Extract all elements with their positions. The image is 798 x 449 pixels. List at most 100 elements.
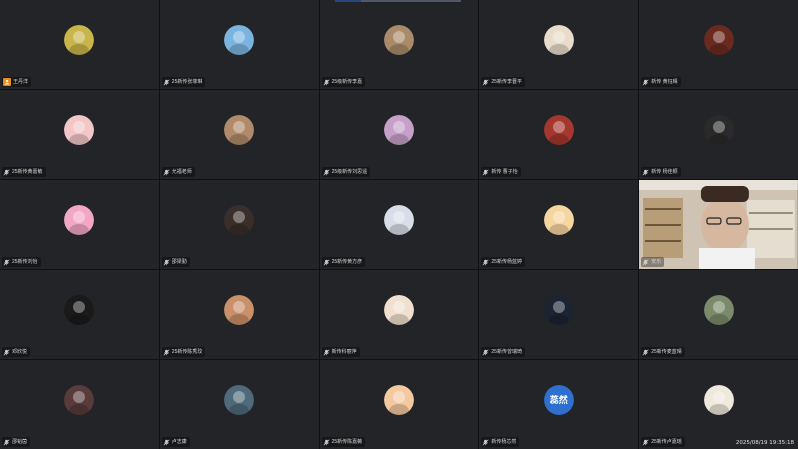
orange-cartoon-avatar [383, 384, 414, 415]
participant-tile[interactable]: 新传 黄钰晴 [639, 0, 798, 89]
participant-tile[interactable]: 蕊然新传杨芯然 [479, 360, 639, 449]
white-cat-avatar [383, 204, 414, 235]
participant-tile[interactable]: 允福老师 [159, 90, 319, 179]
participant-name: 新传 曹子怡 [491, 169, 518, 175]
participant-name-tag: 25新传刘怡 [2, 257, 41, 267]
participant-name-tag: 邵梁勤 [161, 257, 190, 267]
participant-name-tag: 25新传张菲琳 [161, 77, 206, 87]
participant-name-tag: 25新传黄嘉敏 [2, 167, 46, 177]
participant-tile[interactable]: 25新传曾瑞琦 [479, 270, 639, 359]
black-doll-avatar [703, 114, 734, 145]
mic-icon [323, 438, 330, 446]
participant-name-tag: 25级新传李嘉 [321, 77, 366, 87]
pink-bear-avatar [64, 204, 95, 235]
red-cartoon-avatar [543, 114, 574, 145]
mic-icon [163, 78, 170, 86]
participant-name-tag: 25新传李晋平 [481, 77, 525, 87]
participant-tile[interactable]: 25级新传李嘉 [319, 0, 479, 89]
mic-icon [482, 438, 489, 446]
participant-name: 安乐 [651, 259, 662, 265]
host-badge-icon [3, 78, 11, 86]
participant-name: 新传杨芯然 [491, 439, 517, 445]
participant-name: 25新传黄嘉敏 [12, 169, 43, 175]
participant-tile[interactable]: 25级新传刘思遥 [319, 90, 479, 179]
participant-name-tag: 允福老师 [161, 167, 195, 177]
hamster-avatar [383, 24, 414, 55]
night-sky-avatar [543, 294, 574, 325]
participant-name-tag: 新传杨芯然 [481, 437, 520, 447]
participant-name: 新传科丽萍 [331, 349, 357, 355]
mic-icon [323, 78, 330, 86]
participant-tile[interactable]: 25新传陈嘉薇 [319, 360, 479, 449]
mic-icon [3, 168, 10, 176]
participant-name: 新传 黄钰晴 [651, 79, 678, 85]
participant-name: 25级新传刘思遥 [331, 169, 368, 175]
participant-tile[interactable]: 25新传李晋平 [479, 0, 639, 89]
participant-name-tag: 安乐 [641, 257, 665, 267]
participant-tile[interactable]: 安乐 [639, 180, 798, 269]
participant-name-tag: 王丹洋 [2, 77, 32, 87]
participant-tile[interactable]: 新传 曹子怡 [479, 90, 639, 179]
participant-tile[interactable]: 25新传杨蓝婷 [479, 180, 639, 269]
participant-tile[interactable]: 邵韬茵 [0, 360, 159, 449]
participant-tile[interactable]: 25新传麦蓝晴 [639, 270, 798, 359]
participant-tile[interactable]: 新传科丽萍 [319, 270, 479, 359]
participant-name: 王丹洋 [13, 79, 29, 85]
participant-tile[interactable]: 邓欣悦 [0, 270, 159, 359]
participant-name: 卢志康 [171, 439, 187, 445]
participant-name: 25新传麦蓝晴 [651, 349, 682, 355]
mic-icon [482, 348, 489, 356]
white-smoke-avatar [64, 294, 95, 325]
mic-icon [642, 168, 649, 176]
participant-name-tag: 新传 曹子怡 [481, 167, 521, 177]
participant-tile[interactable]: 25新传刘怡 [0, 180, 159, 269]
portrait-avatar [64, 384, 95, 415]
participant-name-tag: 25新传卢嘉瑶 [641, 437, 685, 447]
landscape-avatar [224, 384, 255, 415]
mic-icon [163, 438, 170, 446]
participant-tile[interactable]: 邵梁勤 [159, 180, 319, 269]
cartoon-kid-avatar [543, 204, 574, 235]
dark-girl-avatar [224, 204, 255, 235]
mic-icon [482, 78, 489, 86]
mic-icon [163, 348, 170, 356]
participant-name-tag: 邵韬茵 [2, 437, 31, 447]
participant-name-tag: 25新传陈秀玟 [161, 347, 206, 357]
participant-tile[interactable]: 25新传卢嘉瑶 [639, 360, 798, 449]
participant-name-tag: 25新传麦蓝晴 [641, 347, 685, 357]
participant-name-tag: 25新传黄方彦 [321, 257, 366, 267]
participant-name: 25新传黄方彦 [331, 259, 363, 265]
white-dog-avatar [543, 24, 574, 55]
outdoor-girl-avatar [703, 294, 734, 325]
participant-tile[interactable]: 王丹洋 [0, 0, 159, 89]
participant-name: 25新传卢嘉瑶 [651, 439, 682, 445]
participant-tile[interactable]: 25新传张菲琳 [159, 0, 319, 89]
participant-tile[interactable]: 新传 杨佳颖 [639, 90, 798, 179]
participant-name: 邵韬茵 [12, 439, 28, 445]
pink-cartoon-avatar [64, 114, 95, 145]
participant-tile[interactable]: 25新传黄方彦 [319, 180, 479, 269]
participant-name-tag: 25级新传刘思遥 [321, 167, 371, 177]
girl-smile-avatar [224, 294, 255, 325]
blue-sky-dog-avatar [224, 24, 255, 55]
mic-icon [3, 258, 10, 266]
participant-tile[interactable]: 卢志康 [159, 360, 319, 449]
mic-icon [642, 258, 649, 266]
participant-video-feed [639, 180, 798, 269]
participant-name-tag: 新传 黄钰晴 [641, 77, 681, 87]
active-speaker-bar [335, 0, 461, 2]
meeting-timestamp: 2025/08/19 19:35:18 [735, 440, 794, 446]
mic-icon [323, 258, 330, 266]
mic-icon [323, 348, 330, 356]
participant-name: 新传 杨佳颖 [651, 169, 678, 175]
participant-name-tag: 25新传陈嘉薇 [321, 437, 366, 447]
mic-icon [163, 168, 170, 176]
avatar-text: 蕊然 [549, 395, 568, 405]
participant-name: 邵梁勤 [171, 259, 187, 265]
participant-tile[interactable]: 25新传陈秀玟 [159, 270, 319, 359]
participant-tile[interactable]: 25新传黄嘉敏 [0, 90, 159, 179]
participant-name: 25新传张菲琳 [171, 79, 203, 85]
participant-name: 25新传李晋平 [491, 79, 522, 85]
participant-name-tag: 邓欣悦 [2, 347, 31, 357]
brown-cartoon-avatar [703, 24, 734, 55]
